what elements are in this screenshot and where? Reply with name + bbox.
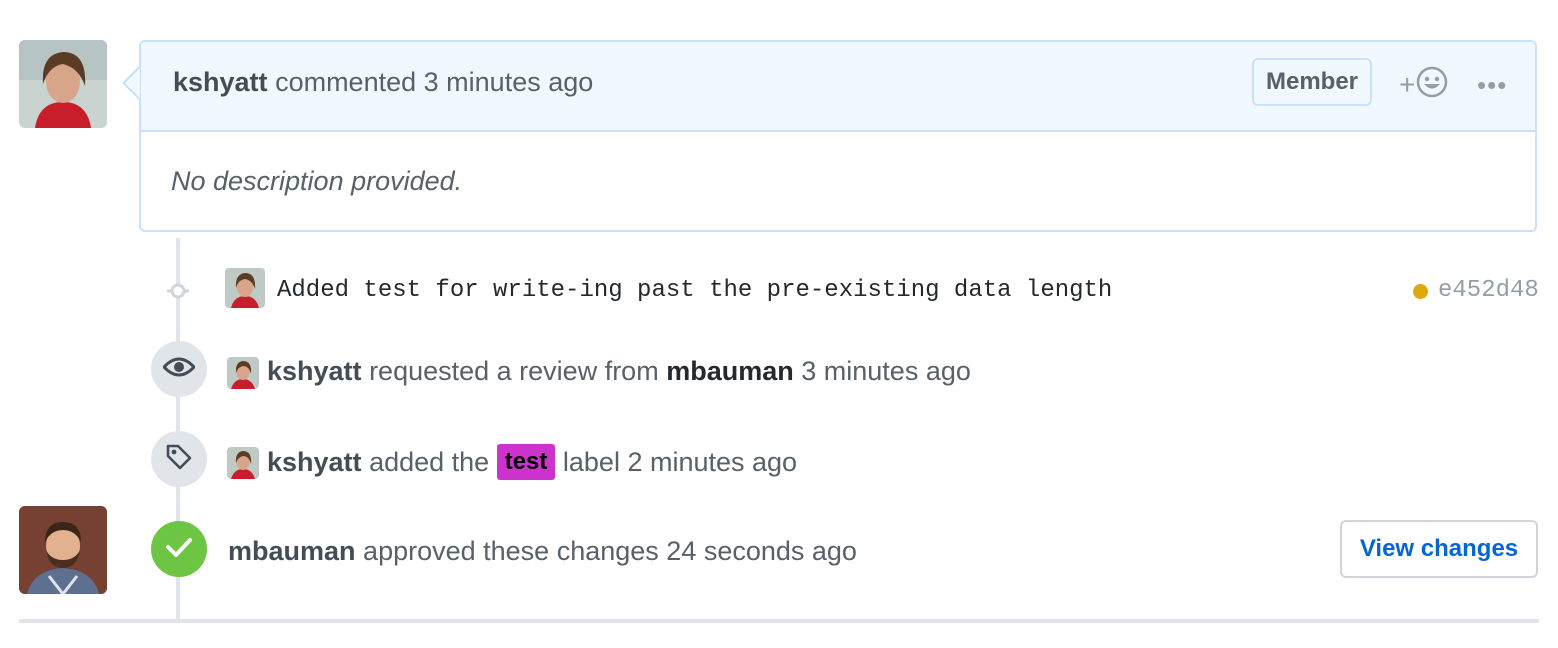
commit-sha-link[interactable]: e452d48 <box>1438 277 1539 304</box>
comment-author-link[interactable]: kshyatt <box>173 67 268 97</box>
label-event-text: kshyatt added the test label 2 minutes a… <box>267 444 797 482</box>
more-options-button[interactable]: ••• <box>1477 70 1507 101</box>
label-pill-test[interactable]: test <box>496 444 556 480</box>
comment-caret-fill <box>125 68 140 98</box>
comment-body: No description provided. <box>171 166 463 196</box>
member-badge: Member <box>1252 58 1372 106</box>
smiley-icon <box>1416 66 1448 103</box>
label-event-badge <box>151 431 207 487</box>
timeline-divider <box>19 619 1539 623</box>
comment-header: kshyatt commented 3 minutes ago Member +… <box>141 42 1535 132</box>
comment-box: kshyatt commented 3 minutes ago Member +… <box>139 40 1537 232</box>
commit-status-indicator[interactable] <box>1413 284 1428 299</box>
label-timestamp[interactable]: 2 minutes ago <box>627 447 797 477</box>
reviewer-link[interactable]: mbauman <box>666 356 794 386</box>
tag-icon <box>165 443 193 476</box>
approval-text: mbauman approved these changes 24 second… <box>228 536 857 567</box>
review-actor-link[interactable]: kshyatt <box>267 356 362 386</box>
approval-action: approved these changes <box>363 536 659 566</box>
comment-timestamp[interactable]: 3 minutes ago <box>424 67 594 97</box>
approval-event-badge <box>151 521 207 577</box>
commit-author-avatar[interactable] <box>225 268 265 308</box>
review-actor-avatar[interactable] <box>227 357 259 389</box>
kebab-horizontal-icon: ••• <box>1477 70 1508 100</box>
add-reaction-button[interactable]: + <box>1399 66 1448 103</box>
git-commit-icon <box>167 280 189 302</box>
label-actor-avatar[interactable] <box>227 447 259 479</box>
review-action: requested a review from <box>369 356 659 386</box>
approver-link[interactable]: mbauman <box>228 536 356 566</box>
comment-author-avatar[interactable] <box>19 40 107 128</box>
label-suffix: label <box>562 447 620 478</box>
review-event-badge <box>151 341 207 397</box>
comment-action: commented <box>275 67 417 97</box>
label-actor-link[interactable]: kshyatt <box>267 447 362 477</box>
review-timestamp[interactable]: 3 minutes ago <box>801 356 971 386</box>
comment-header-text: kshyatt commented 3 minutes ago <box>173 67 593 98</box>
approver-avatar[interactable] <box>19 506 107 594</box>
label-action: added the <box>369 447 490 478</box>
view-changes-button[interactable]: View changes <box>1340 520 1538 578</box>
plus-icon: + <box>1399 68 1416 100</box>
approval-timestamp[interactable]: 24 seconds ago <box>666 536 857 566</box>
commit-message-link[interactable]: Added test for write-ing past the pre-ex… <box>277 277 1112 304</box>
check-icon <box>165 536 193 563</box>
review-request-text: kshyatt requested a review from mbauman … <box>267 356 971 387</box>
eye-icon <box>161 356 197 383</box>
